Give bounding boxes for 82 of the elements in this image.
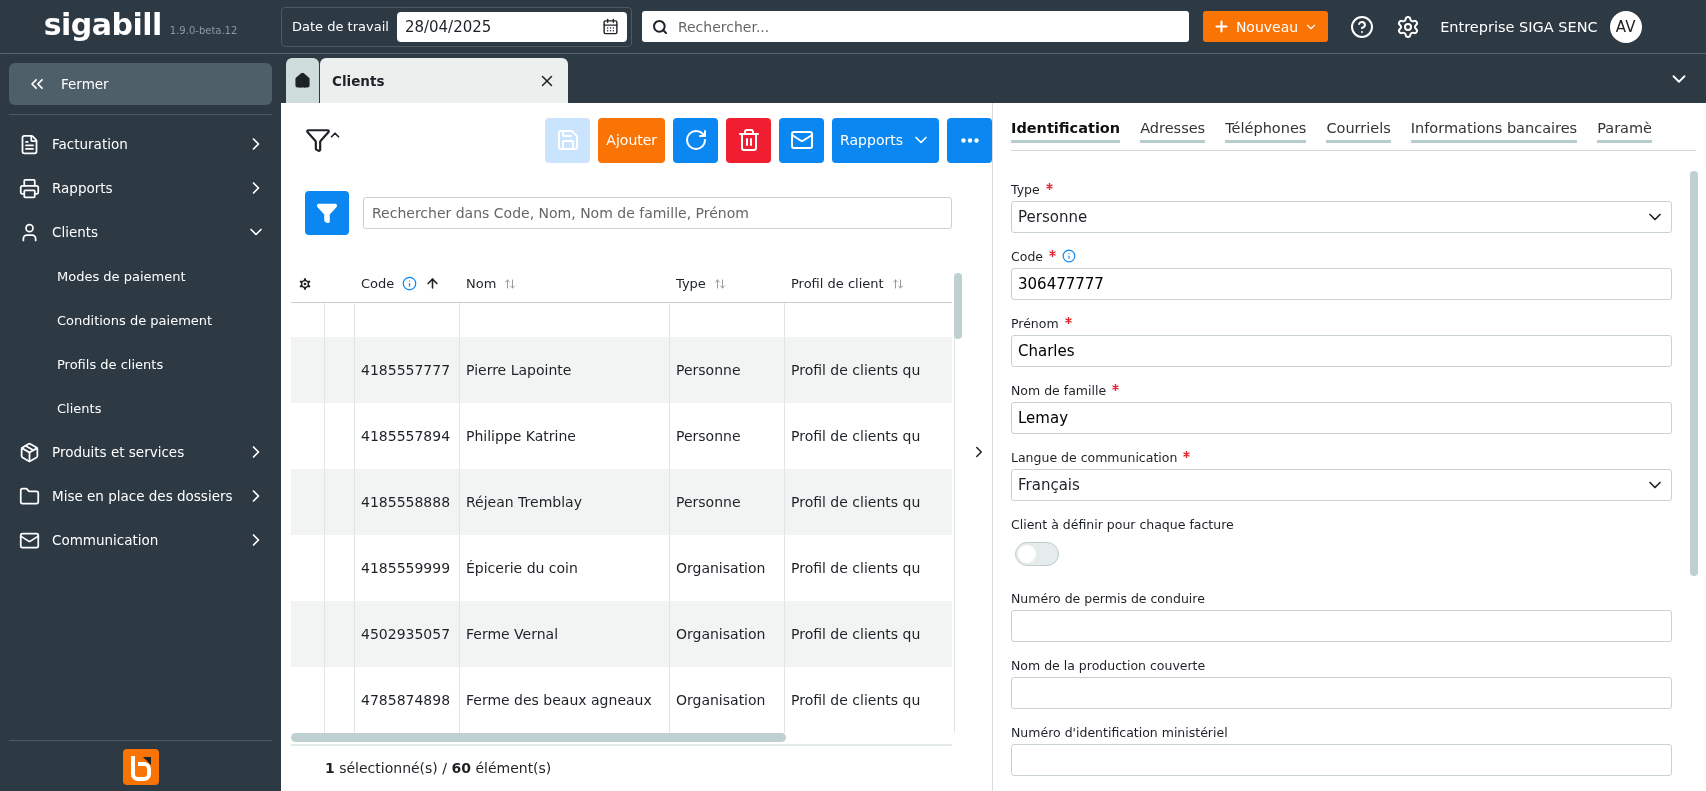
mail-button[interactable] (779, 117, 825, 163)
filter-icon (316, 202, 338, 224)
toggle-switch[interactable] (1015, 542, 1059, 566)
column-header[interactable]: Nom (466, 276, 497, 291)
detail-tab[interactable]: Adresses (1140, 120, 1206, 143)
sidebar-item[interactable]: Communication (9, 518, 272, 562)
envelope-icon (789, 128, 814, 152)
field-label: Prénom (1011, 315, 1059, 331)
sidebar-subitem[interactable]: Conditions de paiement (9, 298, 272, 342)
field-label: Type (1011, 181, 1040, 197)
table-cell: Profil de clients qu (785, 667, 955, 733)
sidebar-item[interactable]: Rapports (9, 166, 272, 210)
filter-button[interactable] (305, 191, 349, 235)
calendar-icon (601, 18, 619, 35)
detail-tab[interactable]: Courriels (1326, 120, 1391, 143)
filter-collapse-icon[interactable] (305, 127, 342, 153)
detail-tab[interactable]: Informations bancaires (1410, 120, 1578, 143)
field-label: Langue de communication (1011, 449, 1178, 465)
sidebar-item-icon (19, 177, 40, 199)
document-tab[interactable]: Clients (320, 58, 568, 103)
input-field[interactable]: Charles (1011, 335, 1672, 367)
reports-dropdown-button[interactable]: Rapports (832, 117, 939, 163)
settings-icon[interactable] (1396, 14, 1421, 39)
select-field[interactable]: Français (1011, 469, 1672, 501)
input-field[interactable]: 306477777 (1011, 268, 1672, 300)
selection-count: 1 sélectionné(s) / 60 élément(s) (325, 760, 552, 776)
column-header[interactable]: Type (676, 276, 706, 291)
sort-ascending-icon[interactable] (425, 276, 441, 291)
help-icon[interactable] (1350, 14, 1375, 39)
field-label: Code (1011, 248, 1043, 264)
refresh-icon (683, 128, 708, 152)
scrollbar-thumb[interactable] (1690, 171, 1698, 576)
sidebar-item-icon (19, 441, 40, 463)
field-label: Client à définir pour chaque facture (1011, 516, 1234, 532)
work-date-label: Date de travail (292, 19, 389, 34)
version-label: 1.9.0-beta.12 (169, 25, 238, 36)
field-label: Nom de la production couverte (1011, 657, 1206, 673)
sort-icon[interactable] (713, 277, 726, 290)
scrollbar-thumb[interactable] (291, 733, 786, 742)
home-tab[interactable] (286, 58, 319, 103)
user-avatar[interactable]: AV (1609, 10, 1642, 43)
home-icon (294, 72, 311, 89)
input-field[interactable] (1011, 677, 1672, 709)
delete-button[interactable] (726, 117, 772, 163)
sidebar-subitem[interactable]: Profils de clients (9, 342, 272, 386)
sort-icon[interactable] (504, 277, 517, 290)
sidebar-item[interactable]: Mise en place des dossiers (9, 474, 272, 518)
refresh-button[interactable] (673, 117, 719, 163)
input-field[interactable]: Lemay (1011, 402, 1672, 434)
more-button[interactable] (947, 117, 992, 163)
detail-tab[interactable]: Téléphones (1225, 120, 1307, 143)
settings-icon[interactable] (297, 275, 313, 292)
column-header[interactable]: Code (361, 276, 395, 291)
company-name: Entreprise SIGA SENC (1440, 18, 1598, 35)
select-field[interactable]: Personne (1011, 201, 1672, 233)
app-logo-icon (122, 749, 159, 785)
table-search-field[interactable]: Rechercher dans Code, Nom, Nom de famille, Prénom (363, 197, 952, 229)
sort-icon[interactable] (891, 277, 904, 290)
sidebar-item-icon (19, 485, 40, 507)
scrollbar-thumb[interactable] (954, 273, 962, 339)
detail-tab[interactable]: Identification (1011, 120, 1121, 143)
input-field[interactable] (1011, 610, 1672, 642)
more-icon (960, 137, 979, 143)
sidebar-item-icon (19, 133, 40, 155)
search-field[interactable]: Rechercher... (641, 11, 1189, 42)
logo: sigabill (43, 7, 162, 42)
field-label: Numéro de permis de conduire (1011, 590, 1205, 606)
sidebar-item[interactable]: Facturation (9, 122, 272, 166)
search-icon (651, 18, 668, 35)
detail-tab[interactable]: Paramè (1597, 120, 1653, 143)
sidebar-item[interactable]: Produits et services (9, 430, 272, 474)
plus-icon (1212, 18, 1230, 35)
field-label: Numéro d'identification ministériel (1011, 724, 1228, 740)
sidebar-subitem[interactable]: Modes de paiement (9, 254, 272, 298)
sidebar-subitem[interactable]: Clients (9, 386, 272, 430)
close-sidebar-button[interactable]: Fermer (9, 63, 272, 105)
date-field[interactable]: 28/04/2025 (396, 11, 627, 42)
field-label: Nom de famille (1011, 382, 1107, 398)
sidebar-item[interactable]: Clients (9, 210, 272, 254)
trash-icon (736, 128, 761, 152)
input-field[interactable] (1011, 744, 1672, 776)
column-header[interactable]: Profil de client (791, 276, 884, 291)
